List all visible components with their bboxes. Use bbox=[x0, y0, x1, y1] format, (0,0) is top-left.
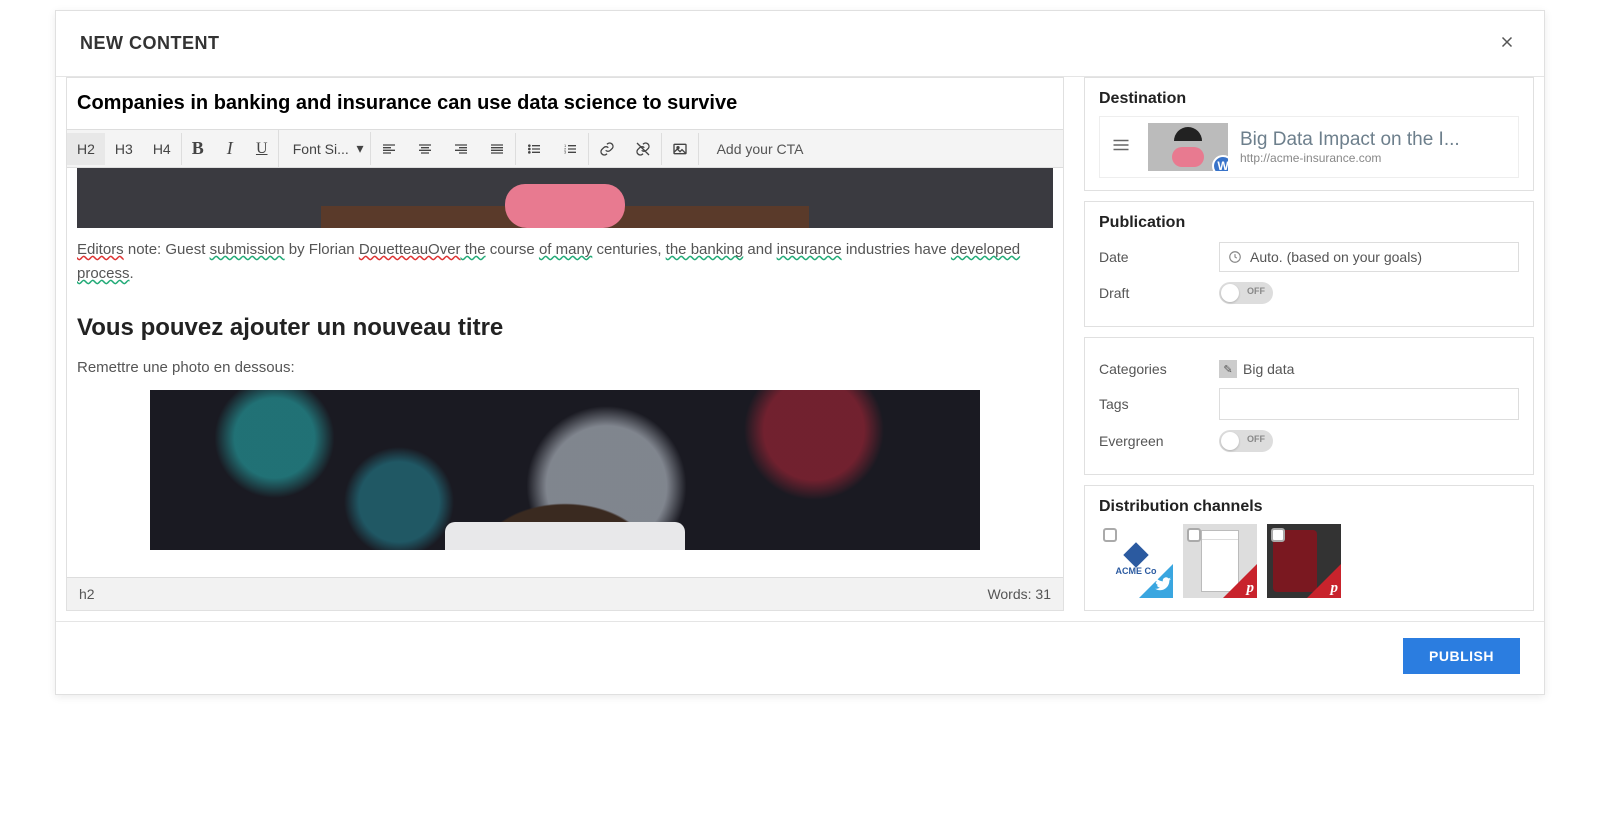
destination-item[interactable]: W Big Data Impact on the I... http://acm… bbox=[1099, 116, 1519, 178]
drag-handle-icon[interactable] bbox=[1106, 132, 1136, 163]
italic-button[interactable]: I bbox=[214, 130, 246, 167]
editor-body[interactable]: Editors note: Guest submission by Floria… bbox=[67, 168, 1063, 577]
text-span: DouetteauOver bbox=[359, 241, 461, 258]
chevron-down-icon: ▾ bbox=[357, 140, 364, 157]
close-button[interactable] bbox=[1494, 29, 1520, 58]
text-span: of many bbox=[539, 241, 592, 258]
tags-input[interactable] bbox=[1219, 388, 1519, 420]
text-span: course bbox=[486, 241, 539, 258]
align-justify-button[interactable] bbox=[479, 133, 515, 165]
date-value: Auto. (based on your goals) bbox=[1250, 249, 1422, 265]
tags-label: Tags bbox=[1099, 396, 1219, 412]
toggle-state: OFF bbox=[1247, 434, 1265, 444]
bold-button[interactable]: B bbox=[182, 130, 214, 167]
link-button[interactable] bbox=[589, 133, 625, 165]
content-title-input[interactable] bbox=[67, 78, 1063, 129]
bullet-list-button[interactable] bbox=[516, 133, 552, 165]
hero-image[interactable] bbox=[77, 168, 1053, 228]
category-text: Big data bbox=[1243, 361, 1294, 377]
evergreen-label: Evergreen bbox=[1099, 433, 1219, 449]
channel-checkbox[interactable] bbox=[1187, 528, 1201, 542]
align-center-button[interactable] bbox=[407, 133, 443, 165]
categories-label: Categories bbox=[1099, 361, 1219, 377]
edit-icon[interactable]: ✎ bbox=[1219, 360, 1237, 378]
text-span: insurance bbox=[777, 241, 842, 258]
intro-paragraph[interactable]: Editors note: Guest submission by Floria… bbox=[77, 238, 1053, 286]
numbered-list-button[interactable]: 123 bbox=[552, 133, 588, 165]
add-cta-button[interactable]: Add your CTA bbox=[699, 133, 822, 165]
text-span: by Florian bbox=[285, 241, 359, 258]
pinterest-icon: p bbox=[1331, 580, 1339, 597]
svg-text:3: 3 bbox=[564, 149, 567, 154]
date-label: Date bbox=[1099, 249, 1219, 265]
font-size-dropdown[interactable]: Font Si... ▾ bbox=[279, 132, 370, 165]
twitter-icon bbox=[1155, 577, 1171, 596]
text-span: process bbox=[77, 265, 130, 282]
editor-h2[interactable]: Vous pouvez ajouter un nouveau titre bbox=[77, 314, 1053, 342]
pinterest-icon: p bbox=[1247, 580, 1255, 597]
date-field[interactable]: Auto. (based on your goals) bbox=[1219, 242, 1519, 272]
destination-title: Destination bbox=[1099, 90, 1519, 108]
font-size-label: Font Si... bbox=[293, 141, 349, 157]
image-button[interactable] bbox=[662, 133, 698, 165]
text-span: . bbox=[130, 265, 134, 282]
text-span: and bbox=[743, 241, 776, 258]
draft-label: Draft bbox=[1099, 285, 1219, 301]
modal-footer: PUBLISH bbox=[56, 622, 1544, 694]
channel-checkbox[interactable] bbox=[1103, 528, 1117, 542]
editor-toolbar: H2 H3 H4 B I U Font Si... ▾ bbox=[67, 129, 1063, 168]
editor-column: H2 H3 H4 B I U Font Si... ▾ bbox=[66, 77, 1064, 611]
publish-button[interactable]: PUBLISH bbox=[1403, 638, 1520, 674]
heading-h3-button[interactable]: H3 bbox=[105, 133, 143, 165]
channel-checkbox[interactable] bbox=[1271, 528, 1285, 542]
text-span: developed bbox=[951, 241, 1020, 258]
text-span: note: Guest bbox=[124, 241, 210, 258]
categories-value[interactable]: ✎ Big data bbox=[1219, 360, 1294, 378]
channels-list: ACME Co p bbox=[1099, 524, 1519, 598]
text-span: submission bbox=[210, 241, 285, 258]
meta-panel: Categories ✎ Big data Tags Evergreen OFF bbox=[1084, 337, 1534, 475]
text-span: the bbox=[461, 241, 486, 258]
text-span: industries have bbox=[842, 241, 951, 258]
underline-button[interactable]: U bbox=[246, 132, 278, 166]
wordpress-badge-icon: W bbox=[1212, 155, 1228, 171]
align-right-button[interactable] bbox=[443, 133, 479, 165]
text-span: centuries, bbox=[592, 241, 665, 258]
clock-icon bbox=[1228, 250, 1242, 264]
modal-body: H2 H3 H4 B I U Font Si... ▾ bbox=[56, 77, 1544, 621]
channel-pinterest-1[interactable]: p bbox=[1183, 524, 1257, 598]
modal-title: NEW CONTENT bbox=[80, 33, 220, 54]
distribution-panel: Distribution channels ACME Co bbox=[1084, 485, 1534, 611]
toggle-state: OFF bbox=[1247, 286, 1265, 296]
new-content-modal: NEW CONTENT H2 H3 H4 B I U bbox=[55, 10, 1545, 695]
text-span: Editors bbox=[77, 241, 124, 258]
publication-title: Publication bbox=[1099, 214, 1519, 232]
sidebar: Destination W Big Data Impact on the I..… bbox=[1084, 77, 1534, 611]
vr-image[interactable] bbox=[150, 390, 980, 550]
editor-content[interactable]: Editors note: Guest submission by Floria… bbox=[67, 168, 1063, 577]
close-icon bbox=[1498, 33, 1516, 51]
editor-footer: h2 Words: 31 bbox=[67, 577, 1063, 610]
destination-name: Big Data Impact on the I... bbox=[1240, 129, 1512, 151]
editor-caption[interactable]: Remettre une photo en dessous: bbox=[77, 356, 1053, 380]
destination-url: http://acme-insurance.com bbox=[1240, 151, 1512, 165]
channel-pinterest-2[interactable]: p bbox=[1267, 524, 1341, 598]
distribution-title: Distribution channels bbox=[1099, 498, 1519, 516]
destination-panel: Destination W Big Data Impact on the I..… bbox=[1084, 77, 1534, 191]
element-path: h2 bbox=[79, 586, 95, 602]
heading-h4-button[interactable]: H4 bbox=[143, 133, 181, 165]
heading-h2-button[interactable]: H2 bbox=[67, 133, 105, 165]
channel-twitter-acme[interactable]: ACME Co bbox=[1099, 524, 1173, 598]
text-span: the banking bbox=[666, 241, 744, 258]
evergreen-toggle[interactable]: OFF bbox=[1219, 430, 1273, 452]
unlink-button[interactable] bbox=[625, 133, 661, 165]
modal-header: NEW CONTENT bbox=[56, 11, 1544, 76]
destination-thumbnail: W bbox=[1148, 123, 1228, 171]
draft-toggle[interactable]: OFF bbox=[1219, 282, 1273, 304]
word-count: Words: 31 bbox=[987, 586, 1051, 602]
destination-info: Big Data Impact on the I... http://acme-… bbox=[1240, 129, 1512, 165]
publication-panel: Publication Date Auto. (based on your go… bbox=[1084, 201, 1534, 327]
align-left-button[interactable] bbox=[371, 133, 407, 165]
